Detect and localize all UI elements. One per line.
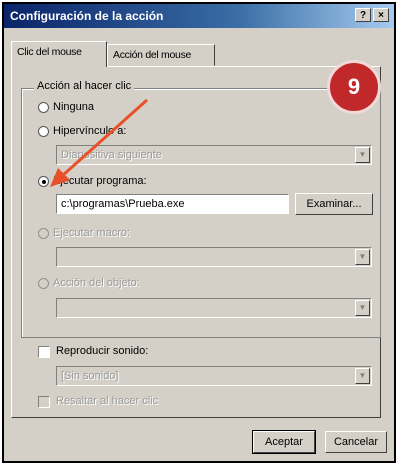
tab-mouse-click[interactable]: Clic del mouse: [11, 41, 107, 67]
pointer-arrow-icon: [50, 98, 148, 187]
